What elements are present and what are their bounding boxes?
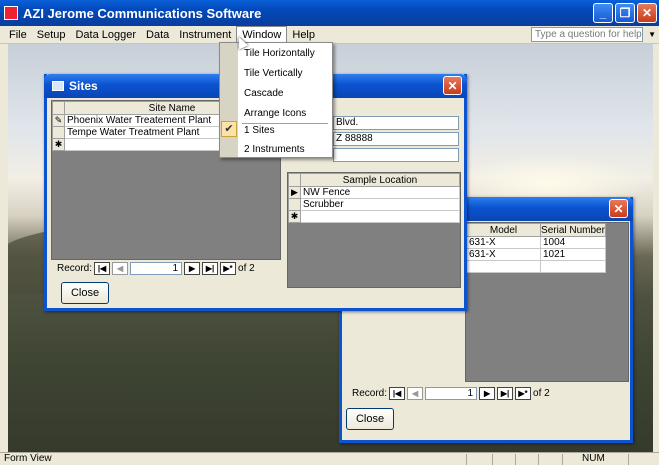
column-header-serial[interactable]: Serial Number xyxy=(540,223,606,237)
table-row[interactable]: ▶ NW Fence xyxy=(288,186,460,199)
menu-help[interactable]: Help xyxy=(287,27,320,43)
app-icon xyxy=(4,6,18,20)
menu-file[interactable]: File xyxy=(4,27,32,43)
menu-data-logger[interactable]: Data Logger xyxy=(70,27,141,43)
menu-window-instruments[interactable]: 2 Instruments xyxy=(244,144,305,155)
help-search-input[interactable]: Type a question for help xyxy=(531,27,643,42)
status-text: Form View xyxy=(4,453,52,464)
next-record-icon[interactable]: ▶ xyxy=(184,262,201,275)
menu-setup[interactable]: Setup xyxy=(32,27,71,43)
sites-close-button[interactable]: Close xyxy=(61,282,109,304)
last-record-icon[interactable]: ▶| xyxy=(202,262,219,275)
menu-arrange-icons[interactable]: Arrange Icons xyxy=(244,108,306,119)
minimize-button[interactable]: _ xyxy=(593,3,613,23)
close-app-button[interactable]: ✕ xyxy=(637,3,657,23)
table-row[interactable] xyxy=(466,260,606,273)
instruments-grid: Model Serial Number 631-X 1004 631-X 102… xyxy=(465,222,629,382)
new-row-icon: ✱ xyxy=(52,138,65,151)
previous-record-icon[interactable]: ◀ xyxy=(112,262,129,275)
record-number-input[interactable]: 1 xyxy=(425,387,478,400)
help-dropdown-arrow-icon[interactable]: ▼ xyxy=(648,30,656,39)
sites-title: Sites xyxy=(69,79,98,93)
menu-cascade[interactable]: Cascade xyxy=(244,88,283,99)
instruments-close-icon[interactable]: ✕ xyxy=(609,199,628,218)
table-row[interactable]: ✱ xyxy=(288,210,460,223)
column-header-sample-location[interactable]: Sample Location xyxy=(300,173,460,187)
extra-field[interactable] xyxy=(333,148,459,162)
new-record-icon[interactable]: ▶* xyxy=(515,387,532,400)
city-zip-field[interactable]: Z 88888 xyxy=(333,132,459,146)
table-row[interactable]: 631-X 1004 xyxy=(466,236,606,249)
checkmark-icon: ✔ xyxy=(221,121,237,137)
edit-pencil-icon: ✎ xyxy=(52,114,65,127)
new-record-icon[interactable]: ▶* xyxy=(220,262,237,275)
address-field[interactable]: Blvd. xyxy=(333,116,459,130)
first-record-icon[interactable]: |◀ xyxy=(389,387,406,400)
instruments-close-button[interactable]: Close xyxy=(346,408,394,430)
form-icon xyxy=(52,81,64,91)
restore-button[interactable]: ❐ xyxy=(615,3,635,23)
window-menu-dropdown: Tile Horizontally Tile Vertically Cascad… xyxy=(219,42,333,158)
previous-record-icon[interactable]: ◀ xyxy=(407,387,424,400)
menu-instrument[interactable]: Instrument xyxy=(174,27,236,43)
last-record-icon[interactable]: ▶| xyxy=(497,387,514,400)
column-header-model[interactable]: Model xyxy=(466,223,541,237)
record-number-input[interactable]: 1 xyxy=(130,262,183,275)
num-lock-indicator: NUM xyxy=(582,453,605,464)
next-record-icon[interactable]: ▶ xyxy=(479,387,496,400)
sample-location-grid: Sample Location ▶ NW Fence Scrubber ✱ xyxy=(287,172,461,288)
app-title-bar: AZI Jerome Communications Software _ ❐ ✕ xyxy=(0,0,659,26)
new-row-icon: ✱ xyxy=(288,210,301,223)
menu-tile-vertically[interactable]: Tile Vertically xyxy=(244,68,303,79)
app-title: AZI Jerome Communications Software xyxy=(23,5,262,21)
instruments-record-navigator: Record: |◀ ◀ 1 ▶ ▶| ▶* of 2 xyxy=(352,387,550,400)
table-row[interactable]: 631-X 1021 xyxy=(466,248,606,261)
menu-data[interactable]: Data xyxy=(141,27,174,43)
status-bar: Form View NUM xyxy=(0,452,659,465)
first-record-icon[interactable]: |◀ xyxy=(94,262,111,275)
menu-tile-horizontally[interactable]: Tile Horizontally xyxy=(244,48,315,59)
sites-close-icon[interactable]: ✕ xyxy=(443,76,462,95)
sites-record-navigator: Record: |◀ ◀ 1 ▶ ▶| ▶* of 2 xyxy=(57,262,255,275)
current-row-icon: ▶ xyxy=(288,186,301,199)
menu-window-sites[interactable]: 1 Sites xyxy=(244,125,275,136)
table-row[interactable]: Scrubber xyxy=(288,198,460,211)
